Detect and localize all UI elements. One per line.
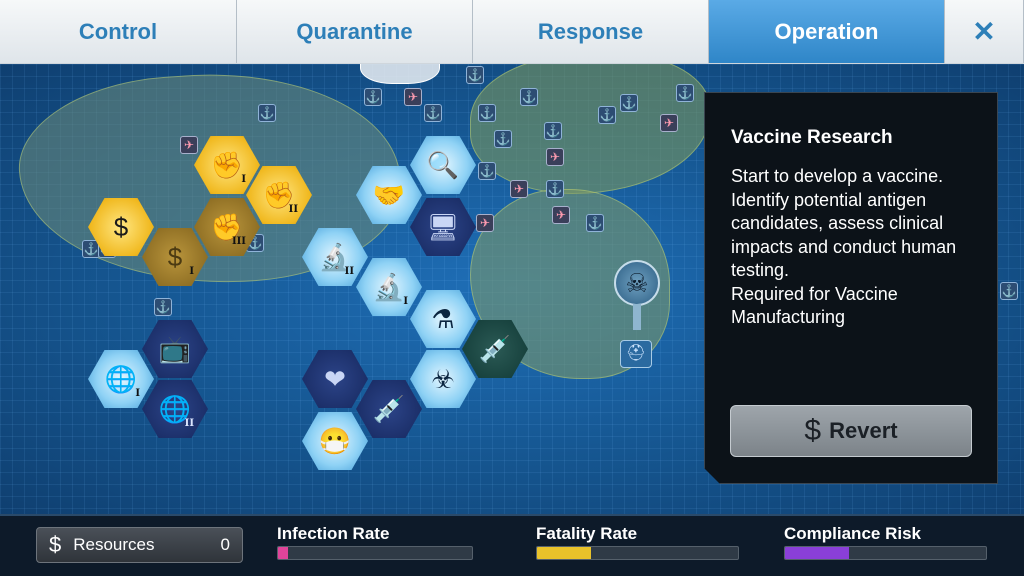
port-anchor-icon: ⚓: [466, 66, 484, 84]
tv-crossed-icon: 📺: [158, 333, 192, 364]
fist-icon: ✊: [210, 149, 244, 180]
upgrade-info-panel: Vaccine Research Start to develop a vacc…: [704, 92, 998, 484]
port-anchor-icon: ⚓: [676, 84, 694, 102]
infection-rate-fill: [278, 547, 288, 559]
broadcast-off-hex[interactable]: 📺: [142, 320, 208, 378]
fatality-rate-label: Fatality Rate: [536, 524, 638, 543]
port-anchor-icon: ⚓: [424, 104, 442, 122]
tab-control[interactable]: Control: [0, 0, 237, 63]
heart-organ-icon: ❤: [324, 363, 346, 394]
port-anchor-icon: ⚓: [520, 88, 538, 106]
upgrade-description: Start to develop a vaccine. Identify pot…: [731, 166, 957, 327]
port-anchor-icon: ⚓: [478, 162, 496, 180]
airport-plane-icon: ✈: [476, 214, 494, 232]
biohazard-icon: ☣: [431, 363, 455, 394]
port-anchor-icon: ⚓: [154, 298, 172, 316]
airport-plane-icon: ✈: [546, 148, 564, 166]
compliance-risk-fill: [785, 547, 850, 559]
money-hand-icon: $: [167, 241, 183, 272]
revert-button[interactable]: $ Revert: [730, 405, 972, 457]
heart-syringe-icon: 💉: [478, 333, 512, 364]
upgrade-level-label: II: [184, 418, 194, 429]
syringe-icon: 💉: [372, 393, 406, 424]
vaccine-research-hex[interactable]: ⚗: [410, 290, 476, 348]
status-bar: $ Resources 0 Infection Rate Fatality Ra…: [0, 514, 1024, 576]
port-anchor-icon: ⚓: [620, 94, 638, 112]
tab-operation[interactable]: Operation: [709, 0, 945, 63]
upgrade-level-label: I: [403, 296, 408, 307]
port-anchor-icon: ⚓: [546, 180, 564, 198]
biohazard-hex[interactable]: ☣: [410, 350, 476, 408]
tab-quarantine[interactable]: Quarantine: [237, 0, 473, 63]
handshake-icon: 🤝: [372, 179, 406, 210]
tab-bar: Control Quarantine Response Operation ✕: [0, 0, 1024, 64]
global-1-hex[interactable]: 🌐 I: [88, 350, 154, 408]
gas-mask-icon[interactable]: ⛑: [620, 340, 652, 368]
money-hand-icon: $: [113, 211, 129, 242]
airport-plane-icon: ✈: [552, 206, 570, 224]
port-anchor-icon: ⚓: [586, 214, 604, 232]
infection-rate-bar: [277, 546, 473, 560]
upgrade-level-label: I: [189, 266, 194, 277]
computer-icon: 🖥: [426, 211, 460, 242]
globe-laurel-icon: 🌐: [104, 363, 138, 394]
airport-plane-icon: ✈: [660, 114, 678, 132]
upgrade-title: Vaccine Research: [731, 127, 893, 148]
gas-mask-hex[interactable]: 😷: [302, 412, 368, 470]
microscope-1-hex[interactable]: 🔬 I: [356, 258, 422, 316]
resources-value: 0: [220, 535, 230, 554]
infection-rate-label: Infection Rate: [277, 524, 390, 543]
skull-marker-pin: [633, 304, 641, 330]
port-anchor-icon: ⚓: [544, 122, 562, 140]
dollar-icon: $: [804, 414, 822, 447]
port-anchor-icon: ⚓: [478, 104, 496, 122]
syringe-hex[interactable]: 💉: [356, 380, 422, 438]
gas-mask-icon: 😷: [318, 425, 352, 456]
port-anchor-icon: ⚓: [1000, 282, 1018, 300]
port-anchor-icon: ⚓: [364, 88, 382, 106]
fatality-rate-fill: [537, 547, 592, 559]
revert-button-label: Revert: [829, 418, 898, 443]
computer-hex[interactable]: 🖥: [410, 198, 476, 256]
port-anchor-icon: ⚓: [258, 104, 276, 122]
fatality-rate-bar: [536, 546, 739, 560]
airport-plane-icon: ✈: [180, 136, 198, 154]
airport-plane-icon: ✈: [404, 88, 422, 106]
resources-label: Resources: [73, 535, 155, 554]
compliance-risk-bar: [784, 546, 987, 560]
compliance-risk-label: Compliance Risk: [784, 524, 921, 543]
upgrade-level-label: II: [288, 204, 298, 215]
upgrade-level-label: I: [135, 388, 140, 399]
investigate-hex[interactable]: 🔍: [410, 136, 476, 194]
skull-icon[interactable]: ☠: [614, 260, 660, 306]
global-2-hex[interactable]: 🌐 II: [142, 380, 208, 438]
dollar-icon: $: [49, 532, 62, 557]
microscope-icon: 🔬: [372, 271, 406, 302]
magnifier-icon: 🔍: [426, 149, 460, 180]
tab-response[interactable]: Response: [473, 0, 709, 63]
port-anchor-icon: ⚓: [494, 130, 512, 148]
upgrade-level-label: II: [344, 266, 354, 277]
upgrade-level-label: III: [231, 236, 246, 247]
port-anchor-icon: ⚓: [598, 106, 616, 124]
airport-plane-icon: ✈: [510, 180, 528, 198]
flask-gear-icon: ⚗: [431, 303, 455, 334]
close-icon[interactable]: ✕: [945, 0, 1024, 63]
upgrade-level-label: I: [241, 174, 246, 185]
resources-counter: $ Resources 0: [36, 527, 243, 563]
heart-organ-hex[interactable]: ❤: [302, 350, 368, 408]
greenland-landmass: [360, 64, 440, 84]
